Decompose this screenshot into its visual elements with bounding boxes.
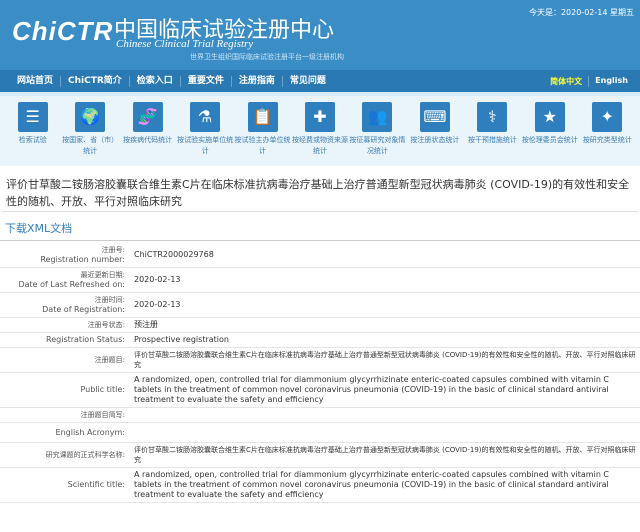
field-label: 注册题目简写: xyxy=(0,407,128,423)
stats-label: 按疾病代码统计 xyxy=(123,136,173,144)
table-row: Public title: A randomized, open, control… xyxy=(0,372,640,408)
field-value xyxy=(128,407,640,423)
table-row: 最近更新日期: Date of Last Refreshed on: 2020-02… xyxy=(0,267,640,293)
field-value: ChiCTR2000029768 xyxy=(128,243,640,268)
stats-link[interactable]: ✦ 按研究类型统计 xyxy=(579,102,636,166)
field-label: 研究课题的正式科学名称: xyxy=(0,442,128,468)
stats-label: 按国家、省（市）统计 xyxy=(62,136,119,155)
stats-link[interactable]: 🧬 按疾病代码统计 xyxy=(119,102,176,166)
stats-icon-bar: ☰ 检索试验 🌍 按国家、省（市）统计 🧬 按疾病代码统计 ⚗ 按试验实施单位统计 📋 按试验主办… xyxy=(0,96,640,166)
label-en: Date of Registration: xyxy=(42,305,125,314)
site-title-en: Chinese Clinical Trial Registry xyxy=(116,38,254,50)
field-label: 注册号: Registration number: xyxy=(0,243,128,268)
stats-link[interactable]: 👥 按征募研究对象情况统计 xyxy=(349,102,406,166)
field-value: 预注册 xyxy=(128,317,640,333)
lang-chinese[interactable]: 简体中文 xyxy=(544,75,590,87)
field-value xyxy=(128,422,640,443)
language-switch: 简体中文 English xyxy=(544,75,640,87)
label-cn: 注册号: xyxy=(101,246,125,254)
label-en: Public title: xyxy=(80,385,125,394)
stats-icon: ⚕ xyxy=(477,102,508,132)
stats-label: 按经费或物资来源统计 xyxy=(291,136,348,155)
page-title: 评价甘草酸二铵肠溶胶囊联合维生素C片在临床标准抗病毒治疗基础上治疗普通型新型冠状… xyxy=(2,170,638,212)
stats-link[interactable]: ☰ 检索试验 xyxy=(4,102,61,166)
stats-icon: ★ xyxy=(534,102,565,132)
nav-item[interactable]: ChiCTR简介 xyxy=(61,75,130,87)
stats-link[interactable]: ⚗ 按试验实施单位统计 xyxy=(176,102,233,166)
chictr-logo[interactable]: ChiCTR xyxy=(12,16,113,47)
stats-link[interactable]: 🌍 按国家、省（市）统计 xyxy=(61,102,118,166)
stats-icon: 📋 xyxy=(247,102,278,132)
stats-label: 按研究类型统计 xyxy=(582,136,632,144)
table-row: 注册题目: 评价甘草酸二铵肠溶胶囊联合维生素C片在临床标准抗病毒治疗基础上治疗普通… xyxy=(0,347,640,373)
label-cn: 注册题目: xyxy=(94,356,125,364)
stats-link[interactable]: ★ 按伦理委员会统计 xyxy=(521,102,578,166)
field-label: Scientific title: xyxy=(0,467,128,503)
stats-label: 按试验实施单位统计 xyxy=(177,136,234,155)
stats-icon: ⌨ xyxy=(419,102,450,132)
stats-icon: ✦ xyxy=(592,102,623,132)
stats-icon: 👥 xyxy=(362,102,393,132)
field-label: Registration Status: xyxy=(0,332,128,348)
label-en: Date of Last Refreshed on: xyxy=(18,280,125,289)
field-value: 评价甘草酸二铵肠溶胶囊联合维生素C片在临床标准抗病毒治疗基础上治疗普通型新型冠状… xyxy=(128,442,640,468)
site-subtitle: 世界卫生组织国际临床试验注册平台一级注册机构 xyxy=(190,53,344,61)
label-en: Scientific title: xyxy=(67,480,125,489)
label-cn: 注册号状态: xyxy=(87,321,125,329)
site-header: ChiCTR 中国临床试验注册中心 Chinese Clinical Trial… xyxy=(0,0,640,70)
field-value: 评价甘草酸二铵肠溶胶囊联合维生素C片在临床标准抗病毒治疗基础上治疗普通型新型冠状… xyxy=(128,347,640,373)
field-value: Prospective registration xyxy=(128,332,640,348)
stats-label: 按试验主办单位统计 xyxy=(234,136,291,155)
label-en: Registration number: xyxy=(40,255,125,264)
label-cn: 最近更新日期: xyxy=(80,271,125,279)
stats-link[interactable]: ⌨ 按注册状态统计 xyxy=(406,102,463,166)
field-label: 注册号状态: xyxy=(0,317,128,333)
label-en: Registration Status: xyxy=(46,335,125,344)
nav-item[interactable]: 注册指南 xyxy=(232,75,283,87)
today-date: 今天是：2020-02-14 星期五 xyxy=(528,8,634,17)
main-nav: 网站首页 ChiCTR简介 检索入口 重要文件 注册指南 常见问题 简体中文 Englis… xyxy=(0,70,640,96)
nav-item[interactable]: 常见问题 xyxy=(283,76,333,87)
table-row: English Acronym: xyxy=(0,422,640,443)
label-en: English Acronym: xyxy=(55,427,125,437)
stats-link[interactable]: ⚕ 按干预措施统计 xyxy=(464,102,521,166)
stats-label: 检索试验 xyxy=(18,136,47,144)
trial-details-table: 注册号: Registration number: ChiCTR2000029768… xyxy=(0,243,640,503)
field-value: A randomized, open, controlled trial for… xyxy=(128,372,640,408)
lang-english[interactable]: English xyxy=(589,76,634,87)
table-row: 注册题目简写: xyxy=(0,407,640,423)
field-label: 注册题目: xyxy=(0,347,128,373)
stats-icon: 🌍 xyxy=(75,102,106,132)
stats-label: 按干预措施统计 xyxy=(467,136,517,144)
table-row: Registration Status: Prospective registra… xyxy=(0,332,640,348)
field-value: A randomized, open, controlled trial for… xyxy=(128,467,640,503)
stats-icon: 🧬 xyxy=(132,102,163,132)
stats-link[interactable]: 📋 按试验主办单位统计 xyxy=(234,102,291,166)
table-row: Scientific title: A randomized, open, con… xyxy=(0,467,640,503)
stats-icon: ⚗ xyxy=(190,102,221,132)
nav-item[interactable]: 检索入口 xyxy=(130,75,181,87)
field-label: Public title: xyxy=(0,372,128,408)
stats-icon: ☰ xyxy=(17,102,48,132)
label-cn: 注册题目简写: xyxy=(80,411,125,419)
stats-link[interactable]: ✚ 按经费或物资来源统计 xyxy=(291,102,348,166)
download-xml-link[interactable]: 下载XML文档 xyxy=(5,222,72,235)
field-label: English Acronym: xyxy=(0,422,128,443)
stats-label: 按注册状态统计 xyxy=(410,136,460,144)
table-row: 注册号状态: 预注册 xyxy=(0,317,640,333)
nav-item[interactable]: 网站首页 xyxy=(10,75,62,87)
label-cn: 研究课题的正式科学名称: xyxy=(45,451,125,459)
stats-label: 按征募研究对象情况统计 xyxy=(349,136,406,155)
field-value: 2020-02-13 xyxy=(128,292,640,318)
table-row: 注册号: Registration number: ChiCTR2000029768 xyxy=(0,243,640,268)
stats-icon: ✚ xyxy=(304,102,335,132)
field-label: 最近更新日期: Date of Last Refreshed on: xyxy=(0,267,128,293)
table-row: 研究课题的正式科学名称: 评价甘草酸二铵肠溶胶囊联合维生素C片在临床标准抗病毒治疗… xyxy=(0,442,640,468)
field-label: 注册时间: Date of Registration: xyxy=(0,292,128,318)
stats-label: 按伦理委员会统计 xyxy=(521,136,578,144)
table-row: 注册时间: Date of Registration: 2020-02-13 xyxy=(0,292,640,318)
label-cn: 注册时间: xyxy=(94,296,125,304)
nav-item[interactable]: 重要文件 xyxy=(181,75,232,87)
field-value: 2020-02-13 xyxy=(128,267,640,293)
